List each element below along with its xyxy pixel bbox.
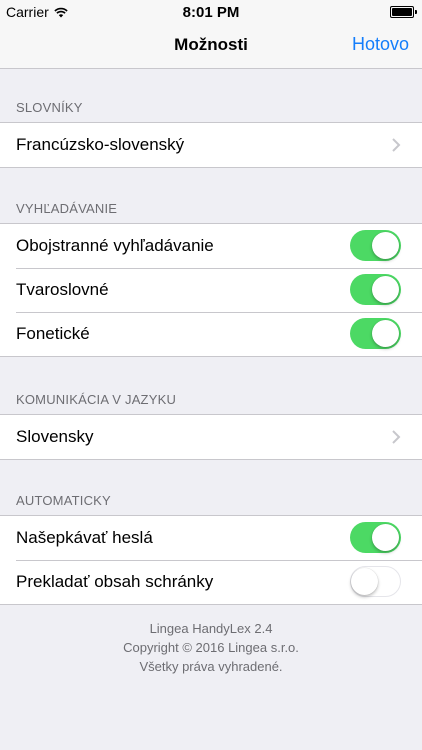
dictionaries-group: Francúzsko-slovenský — [0, 122, 422, 168]
language-group: Slovensky — [0, 414, 422, 460]
status-bar: Carrier 8:01 PM — [0, 0, 422, 24]
toggle-knob — [372, 232, 399, 259]
bidirectional-search-row: Obojstranné vyhľadávanie — [0, 224, 422, 268]
navigation-bar: Možnosti Hotovo — [0, 24, 422, 69]
translate-clipboard-toggle[interactable] — [350, 566, 401, 597]
toggle-knob — [372, 524, 399, 551]
search-group: Obojstranné vyhľadávanie Tvaroslovné Fon… — [0, 223, 422, 357]
copyright-text: Copyright © 2016 Lingea s.r.o. — [123, 640, 299, 655]
done-button[interactable]: Hotovo — [352, 34, 409, 55]
rights-text: Všetky práva vyhradené. — [139, 659, 283, 674]
translate-clipboard-row: Prekladať obsah schránky — [0, 560, 422, 604]
section-header-search: VYHĽADÁVANIE — [16, 201, 118, 216]
status-time: 8:01 PM — [182, 4, 240, 21]
language-label: Slovensky — [16, 427, 94, 446]
battery-icon — [390, 6, 417, 18]
toggle-knob — [351, 568, 378, 595]
suggest-entries-row: Našepkávať heslá — [0, 516, 422, 560]
about-footer: Lingea HandyLex 2.4 Copyright © 2016 Lin… — [0, 619, 422, 676]
bidirectional-search-toggle[interactable] — [350, 230, 401, 261]
chevron-right-icon — [392, 138, 401, 152]
dictionary-row[interactable]: Francúzsko-slovenský — [0, 123, 422, 167]
phonetic-search-row: Fonetické — [0, 312, 422, 356]
morphological-search-row: Tvaroslovné — [0, 268, 422, 312]
section-header-dictionaries: SLOVNÍKY — [16, 100, 83, 115]
suggest-entries-toggle[interactable] — [350, 522, 401, 553]
morphological-search-toggle[interactable] — [350, 274, 401, 305]
dictionary-label: Francúzsko-slovenský — [16, 135, 185, 154]
chevron-right-icon — [392, 430, 401, 444]
toggle-knob — [372, 276, 399, 303]
phonetic-search-toggle[interactable] — [350, 318, 401, 349]
language-row[interactable]: Slovensky — [0, 415, 422, 459]
section-header-automatic: AUTOMATICKY — [16, 493, 111, 508]
app-version-text: Lingea HandyLex 2.4 — [149, 621, 273, 636]
toggle-knob — [372, 320, 399, 347]
section-header-language: KOMUNIKÁCIA V JAZYKU — [16, 392, 177, 407]
automatic-group: Našepkávať heslá Prekladať obsah schránk… — [0, 515, 422, 605]
